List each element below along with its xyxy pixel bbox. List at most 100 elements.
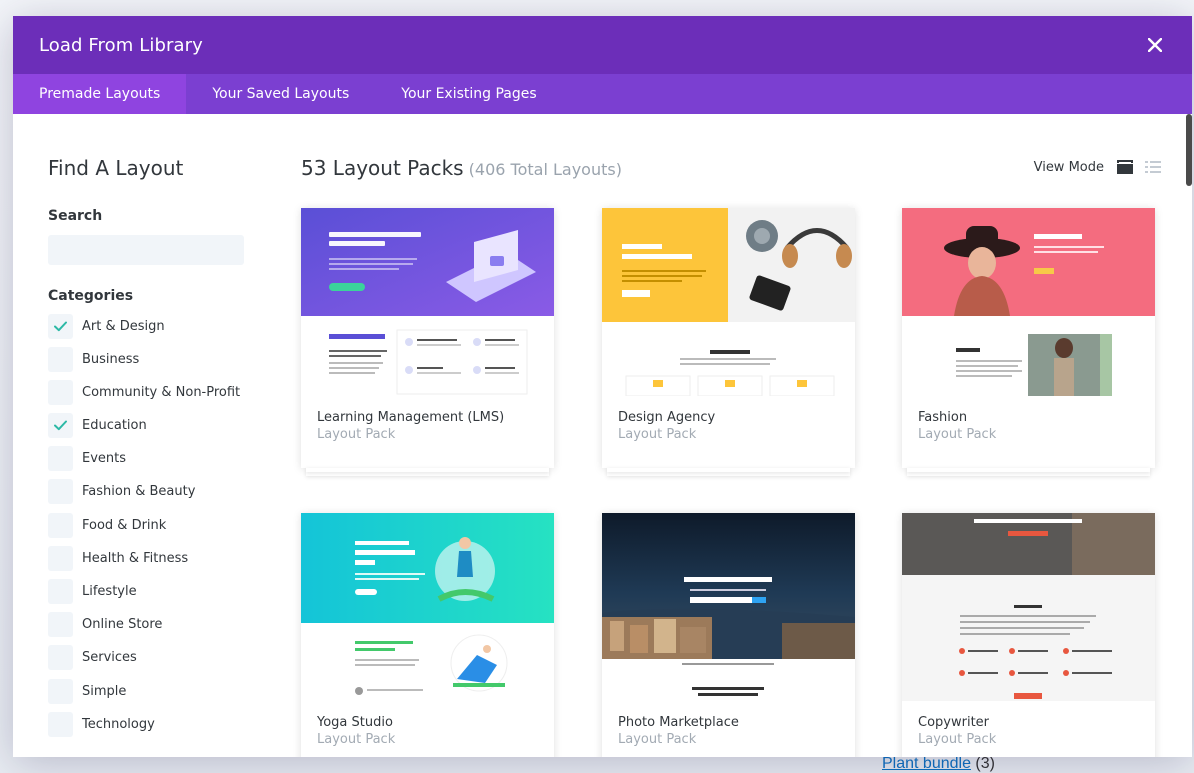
category-label: Technology: [82, 716, 155, 732]
tab-existing-pages[interactable]: Your Existing Pages: [375, 74, 562, 114]
checked-checkbox[interactable]: [48, 413, 73, 439]
category-list: Art & Design Business Community & Non-Prof…: [48, 313, 248, 737]
layout-card-lms[interactable]: Learning Management (LMS) Layout Pack: [301, 208, 554, 476]
category-label: Fashion & Beauty: [82, 484, 196, 500]
layout-card-design-agency[interactable]: Design Agency Layout Pack: [602, 208, 855, 476]
categories-label: Categories: [48, 288, 134, 304]
layout-card-copywriter[interactable]: Copywriter Layout Pack: [902, 513, 1155, 757]
category-item[interactable]: Events: [48, 446, 248, 472]
checkbox[interactable]: [48, 512, 73, 538]
category-label: Health & Fitness: [82, 550, 189, 566]
category-label: Online Store: [82, 617, 163, 633]
card-title: Photo Marketplace: [618, 715, 739, 730]
view-mode-label: View Mode: [1033, 159, 1104, 175]
category-item[interactable]: Food & Drink: [48, 512, 248, 538]
card-subtitle: Layout Pack: [317, 427, 396, 442]
checkbox[interactable]: [48, 711, 73, 737]
grid-view-icon[interactable]: [1116, 159, 1134, 175]
packs-header: 53 Layout Packs (406 Total Layouts) View…: [301, 156, 1162, 186]
category-item[interactable]: Education: [48, 413, 248, 439]
category-label: Food & Drink: [82, 517, 167, 533]
checkmark-icon: [54, 321, 67, 331]
category-item[interactable]: Lifestyle: [48, 579, 248, 604]
search-label: Search: [48, 208, 103, 224]
card-meta: Fashion Layout Pack: [902, 396, 1155, 468]
view-mode-toggle: View Mode: [1034, 159, 1162, 175]
card-meta: Copywriter Layout Pack: [902, 701, 1155, 757]
checkbox[interactable]: [48, 678, 73, 704]
card-subtitle: Layout Pack: [618, 732, 697, 747]
layout-card-fashion[interactable]: Fashion Layout Pack: [902, 208, 1155, 476]
close-icon: [1148, 38, 1162, 52]
category-item[interactable]: Art & Design: [48, 313, 248, 339]
layout-card-yoga-studio[interactable]: Yoga Studio Layout Pack: [301, 513, 554, 757]
checkbox[interactable]: [48, 545, 73, 571]
card-subtitle: Layout Pack: [918, 732, 997, 747]
layout-card-photo-marketplace[interactable]: Photo Marketplace Layout Pack: [602, 513, 855, 757]
card-stack-shadow: [607, 468, 850, 472]
close-button[interactable]: [1144, 34, 1166, 56]
modal-header: Load From Library: [13, 16, 1192, 74]
checkbox[interactable]: [48, 579, 73, 604]
category-item[interactable]: Fashion & Beauty: [48, 479, 248, 505]
checkbox[interactable]: [48, 479, 73, 505]
card-stack-shadow: [306, 468, 549, 472]
checkbox[interactable]: [48, 645, 73, 671]
card-title: Copywriter: [918, 715, 990, 730]
library-modal: Load From Library Premade Layouts Your S…: [13, 16, 1192, 757]
category-item[interactable]: Health & Fitness: [48, 545, 248, 571]
design-agency-preview-image: [602, 208, 855, 396]
copywriter-preview-image: [902, 513, 1155, 701]
card-stack-shadow: [907, 468, 1150, 472]
category-label: Simple: [82, 683, 127, 699]
packs-total-count: (406 Total Layouts): [468, 160, 622, 179]
scrollbar[interactable]: [1186, 114, 1192, 186]
category-item[interactable]: Business: [48, 346, 248, 372]
category-label: Art & Design: [82, 318, 165, 334]
tab-premade-layouts[interactable]: Premade Layouts: [13, 74, 187, 114]
category-label: Lifestyle: [82, 584, 137, 599]
tab-saved-layouts[interactable]: Your Saved Layouts: [186, 74, 375, 114]
layout-thumbnail: [902, 208, 1155, 396]
card-title: Yoga Studio: [317, 715, 393, 730]
checkbox[interactable]: [48, 346, 73, 372]
card-subtitle: Layout Pack: [618, 427, 697, 442]
category-label: Education: [82, 418, 147, 434]
card-meta: Design Agency Layout Pack: [602, 396, 855, 468]
checkbox[interactable]: [48, 379, 73, 405]
modal-title: Load From Library: [39, 34, 203, 56]
card-meta: Learning Management (LMS) Layout Pack: [301, 396, 554, 468]
checked-checkbox[interactable]: [48, 313, 73, 339]
card-subtitle: Layout Pack: [317, 732, 396, 747]
category-item[interactable]: Simple: [48, 678, 248, 704]
fashion-preview-image: [902, 208, 1155, 396]
category-item[interactable]: Services: [48, 645, 248, 671]
modal-content: Find A Layout Search Categories Art & De…: [13, 114, 1192, 757]
search-input[interactable]: [48, 235, 244, 265]
yoga-preview-image: [301, 513, 554, 701]
category-label: Business: [82, 351, 140, 367]
photo-marketplace-preview-image: [602, 513, 855, 701]
tab-bar: Premade Layouts Your Saved Layouts Your …: [13, 74, 1192, 114]
category-label: Services: [82, 650, 137, 666]
layout-thumbnail: [301, 513, 554, 701]
checkbox[interactable]: [48, 446, 73, 472]
layout-thumbnail: [602, 513, 855, 701]
layout-thumbnail: [602, 208, 855, 396]
category-item[interactable]: Online Store: [48, 612, 248, 638]
category-label: Events: [82, 451, 127, 467]
category-item[interactable]: Technology: [48, 711, 248, 737]
checkmark-icon: [54, 420, 67, 431]
layout-thumbnail: [301, 208, 554, 396]
card-title: Design Agency: [618, 410, 716, 425]
lms-preview-image: [301, 208, 554, 396]
checkbox[interactable]: [48, 612, 73, 638]
list-view-icon[interactable]: [1144, 159, 1162, 175]
plant-bundle-link[interactable]: Plant bundle: [882, 755, 971, 772]
card-title: Learning Management (LMS): [317, 410, 505, 425]
card-meta: Photo Marketplace Layout Pack: [602, 701, 855, 757]
sidebar-title: Find A Layout: [48, 156, 184, 180]
packs-count-title: 53 Layout Packs: [301, 156, 464, 180]
category-item[interactable]: Community & Non-Profit: [48, 379, 248, 405]
plant-bundle-count: (3): [975, 755, 995, 772]
